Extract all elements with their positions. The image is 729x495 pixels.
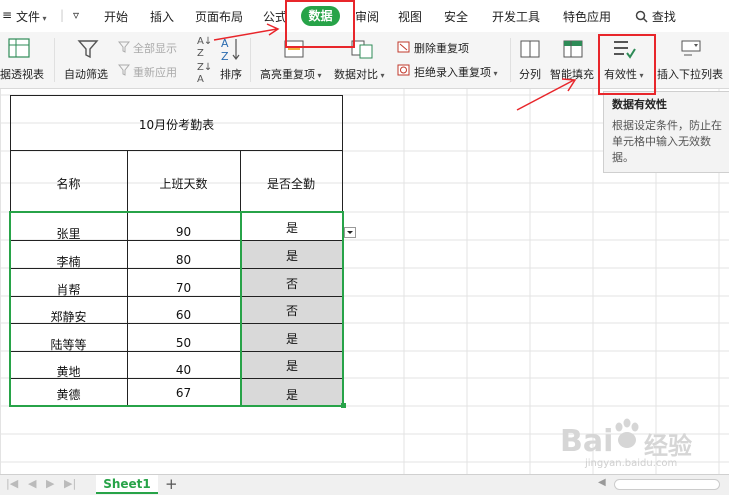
watermark-brand: Bai: [560, 424, 614, 459]
sheet-tab-bar: |◀ ◀ ▶ ▶| Sheet1 + ◀: [0, 474, 729, 495]
next-sheet-icon[interactable]: ▶: [46, 477, 54, 490]
watermark-url: jingyan.baidu.com: [585, 458, 678, 469]
add-sheet-button[interactable]: +: [165, 475, 178, 493]
first-sheet-icon[interactable]: |◀: [6, 477, 18, 490]
paw-icon: [615, 418, 639, 448]
last-sheet-icon[interactable]: ▶|: [64, 477, 76, 490]
tab-sheet1[interactable]: Sheet1: [96, 475, 158, 494]
prev-sheet-icon[interactable]: ◀: [28, 477, 36, 490]
watermark-brand-suffix: 经验: [644, 432, 692, 460]
tab-sheet1-label: Sheet1: [103, 477, 151, 491]
scroll-left-icon[interactable]: ◀: [598, 477, 606, 488]
horizontal-scrollbar[interactable]: [614, 479, 720, 490]
